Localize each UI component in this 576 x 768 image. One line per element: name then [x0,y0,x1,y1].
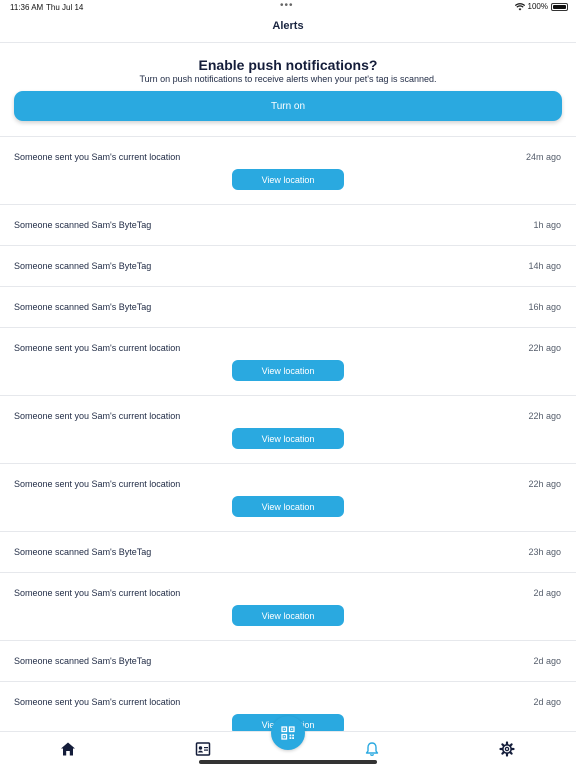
alert-message: Someone sent you Sam's current location [14,588,181,598]
alert-message: Someone sent you Sam's current location [14,479,181,489]
alert-message: Someone scanned Sam's ByteTag [14,302,152,312]
home-indicator[interactable] [199,760,377,764]
view-location-button[interactable]: View location [232,428,344,449]
alert-time: 23h ago [528,547,561,557]
alert-message: Someone scanned Sam's ByteTag [14,547,152,557]
push-prompt-subtitle: Turn on push notifications to receive al… [139,74,437,84]
alert-item: Someone sent you Sam's current location … [0,137,576,205]
tab-home[interactable] [58,739,78,759]
view-location-button[interactable]: View location [232,605,344,626]
alert-message: Someone sent you Sam's current location [14,152,181,162]
alert-message: Someone sent you Sam's current location [14,411,181,421]
alert-time: 16h ago [528,302,561,312]
view-location-button[interactable]: View location [232,169,344,190]
status-time: 11:36 AM [10,3,44,12]
alert-item: Someone sent you Sam's current location … [0,464,576,532]
home-icon [61,742,75,756]
alert-message: Someone scanned Sam's ByteTag [14,656,152,666]
alert-message: Someone scanned Sam's ByteTag [14,220,152,230]
page-title: Alerts [272,20,304,32]
status-date: Thu Jul 14 [46,3,84,12]
alert-time: 22h ago [528,479,561,489]
alert-time: 22h ago [528,343,561,353]
tab-alerts[interactable] [362,739,382,759]
alert-message: Someone sent you Sam's current location [14,343,181,353]
alert-message: Someone scanned Sam's ByteTag [14,261,152,271]
gear-icon [499,741,515,757]
status-right: 100% [514,2,568,11]
profile-card-icon [195,742,211,756]
push-notification-prompt: Enable push notifications? Turn on push … [0,43,576,135]
alert-item: Someone sent you Sam's current location … [0,328,576,396]
bell-icon [365,742,379,757]
alert-item: Someone scanned Sam's ByteTag 23h ago [0,532,576,573]
alert-time: 24m ago [525,152,561,162]
tab-pet-profile[interactable] [193,739,213,759]
alerts-list[interactable]: Someone sent you Sam's current location … [0,136,576,731]
alert-time: 22h ago [528,411,561,421]
alert-item: Someone scanned Sam's ByteTag 1h ago [0,205,576,246]
alert-item: Someone sent you Sam's current location … [0,573,576,641]
alert-time: 2d ago [533,697,561,707]
battery-percent: 100% [527,2,548,11]
push-prompt-title: Enable push notifications? [198,57,378,73]
alert-item: Someone scanned Sam's ByteTag 14h ago [0,246,576,287]
view-location-button[interactable]: View location [232,496,344,517]
status-bar: 11:36 AM Thu Jul 14 ••• 100% [0,0,576,14]
alert-time: 14h ago [528,261,561,271]
alert-item: Someone sent you Sam's current location … [0,396,576,464]
alert-message: Someone sent you Sam's current location [14,697,181,707]
alert-time: 2d ago [533,588,561,598]
view-location-button[interactable]: View location [232,360,344,381]
alert-time: 1h ago [533,220,561,230]
scan-tag-button[interactable] [271,716,305,750]
battery-icon [551,2,568,11]
multitasking-dots-icon[interactable]: ••• [280,0,294,11]
tab-settings[interactable] [497,739,517,759]
wifi-icon [514,2,525,10]
turn-on-button[interactable]: Turn on [14,91,562,121]
qr-scan-icon [281,726,295,740]
alert-item: Someone scanned Sam's ByteTag 2d ago [0,641,576,682]
alert-item: Someone scanned Sam's ByteTag 16h ago [0,287,576,328]
alert-time: 2d ago [533,656,561,666]
